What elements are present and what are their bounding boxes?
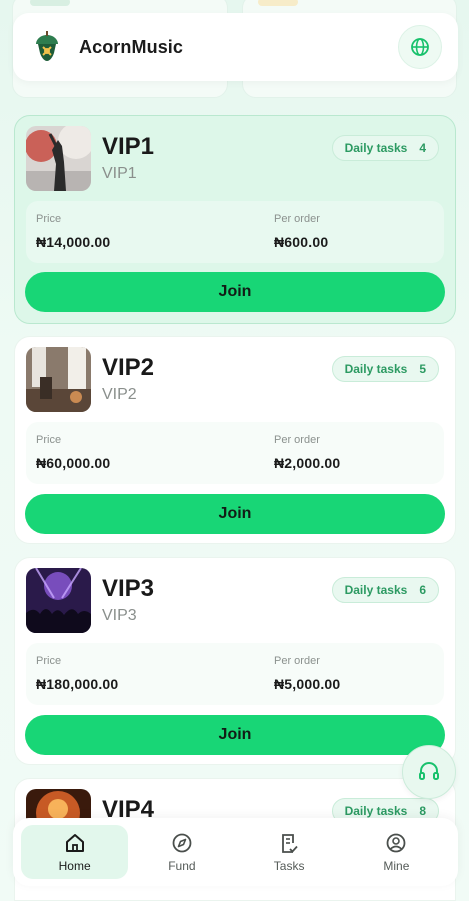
- studio-room-photo: [26, 347, 91, 412]
- app-title: AcornMusic: [79, 36, 184, 57]
- daily-tasks-label: Daily tasks: [344, 804, 408, 818]
- nav-home[interactable]: Home: [21, 825, 129, 879]
- daily-tasks-count: 4: [419, 141, 426, 155]
- join-button[interactable]: Join: [25, 494, 445, 534]
- headset-icon: [419, 762, 439, 780]
- concert-performer-photo: [26, 126, 91, 191]
- vip-card: VIP2 VIP2 Daily tasks 5 Price ₦60,000.00…: [14, 336, 456, 544]
- join-button[interactable]: Join: [25, 715, 445, 755]
- price-label: Price: [36, 655, 62, 667]
- nav-label: Home: [58, 858, 91, 873]
- price-value: ₦180,000.00: [36, 676, 119, 692]
- per-order-value: ₦600.00: [274, 234, 329, 250]
- join-button[interactable]: Join: [25, 272, 445, 312]
- vip-name: VIP2: [102, 354, 155, 381]
- vip-card: VIP3 VIP3 Daily tasks 6 Price ₦180,000.0…: [14, 557, 456, 765]
- acorn-logo-icon: [31, 31, 63, 63]
- per-order-label: Per order: [274, 655, 320, 667]
- daily-tasks-count: 5: [419, 362, 426, 376]
- vip-card: VIP1 VIP1 Daily tasks 4 Price ₦14,000.00…: [14, 115, 456, 324]
- price-label: Price: [36, 434, 62, 446]
- nav-fund[interactable]: Fund: [128, 825, 235, 879]
- vip-subtitle: VIP2: [102, 386, 137, 403]
- background-pill: [258, 0, 298, 6]
- home-icon: [65, 833, 84, 852]
- nav-mine[interactable]: Mine: [343, 825, 450, 879]
- nav-label: Fund: [168, 858, 196, 873]
- price-value: ₦14,000.00: [36, 234, 111, 250]
- daily-tasks-badge: Daily tasks 6: [331, 577, 439, 603]
- daily-tasks-count: 6: [419, 583, 426, 597]
- customer-support-button[interactable]: [402, 745, 456, 799]
- price-label: Price: [36, 213, 62, 225]
- compass-icon: [172, 833, 192, 852]
- vip-subtitle: VIP3: [102, 607, 137, 624]
- daily-tasks-label: Daily tasks: [344, 141, 408, 155]
- vip-name: VIP3: [102, 575, 155, 602]
- daily-tasks-label: Daily tasks: [344, 583, 408, 597]
- daily-tasks-badge: Daily tasks 5: [331, 356, 439, 382]
- daily-tasks-badge: Daily tasks 4: [331, 135, 439, 161]
- app-header: AcornMusic: [13, 13, 458, 81]
- per-order-label: Per order: [274, 434, 320, 446]
- per-order-label: Per order: [274, 213, 320, 225]
- nav-label: Mine: [383, 858, 410, 873]
- nav-label: Tasks: [273, 858, 305, 873]
- bottom-nav: Home Fund Tasks Mine: [13, 818, 458, 886]
- vip-subtitle: VIP1: [102, 165, 137, 182]
- per-order-value: ₦2,000.00: [274, 455, 341, 471]
- background-pill: [30, 0, 70, 6]
- daily-tasks-label: Daily tasks: [344, 362, 408, 376]
- nav-tasks[interactable]: Tasks: [236, 825, 343, 879]
- price-value: ₦60,000.00: [36, 455, 111, 471]
- daily-tasks-count: 8: [419, 804, 426, 818]
- per-order-value: ₦5,000.00: [274, 676, 341, 692]
- clipboard-check-icon: [282, 833, 298, 853]
- price-info: Price ₦180,000.00 Per order ₦5,000.00: [26, 643, 444, 705]
- price-info: Price ₦60,000.00 Per order ₦2,000.00: [26, 422, 444, 484]
- user-circle-icon: [386, 833, 406, 852]
- concert-crowd-photo: [26, 568, 91, 633]
- language-button[interactable]: [398, 25, 442, 69]
- price-info: Price ₦14,000.00 Per order ₦600.00: [26, 201, 444, 263]
- vip-name: VIP1: [102, 133, 155, 160]
- globe-icon: [411, 38, 429, 56]
